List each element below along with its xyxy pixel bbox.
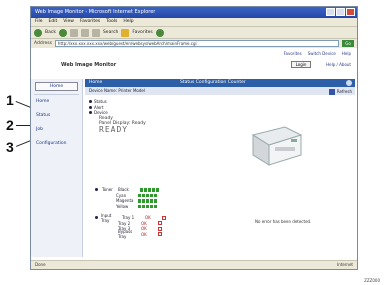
minimize-button[interactable] bbox=[326, 8, 335, 16]
refresh-label: Refresh bbox=[336, 89, 352, 94]
web-page: Favorites Switch Device Help Web Image M… bbox=[31, 49, 357, 259]
home-icon[interactable] bbox=[91, 28, 100, 37]
status-note: No error has been detected. bbox=[255, 219, 312, 224]
toner-bar-cyan bbox=[138, 193, 157, 197]
toner-name-cyan: Cyan bbox=[116, 192, 127, 198]
paper-icon bbox=[162, 215, 166, 220]
toner-label: Toner bbox=[102, 187, 113, 193]
favorites-link[interactable]: Favorites bbox=[284, 51, 302, 56]
refresh-button[interactable]: Refresh bbox=[328, 88, 352, 96]
toner-name-magenta: Magenta bbox=[116, 198, 134, 204]
history-icon[interactable] bbox=[155, 28, 164, 37]
menu-edit[interactable]: Edit bbox=[49, 18, 58, 26]
bullet-icon bbox=[89, 105, 92, 109]
menu-favorites[interactable]: Favorites bbox=[80, 18, 100, 26]
toner-name-yellow: Yellow bbox=[116, 203, 129, 209]
panel-display-text: READY bbox=[99, 124, 129, 134]
header-links: Favorites Switch Device Help bbox=[284, 51, 351, 56]
figure-code: ZZZ000 bbox=[364, 278, 380, 283]
address-label: Address bbox=[34, 41, 52, 46]
device-name: Device Name: Printer Model bbox=[89, 88, 145, 93]
tray-name-2: Tray 2 bbox=[118, 220, 131, 226]
status-text: Done bbox=[35, 262, 46, 267]
bullet-icon bbox=[95, 188, 98, 192]
help-about-link[interactable]: Help / About bbox=[326, 62, 351, 67]
toner-bar-yellow bbox=[138, 204, 157, 208]
main-panel: Home Status Configuration Counter Device… bbox=[85, 79, 355, 257]
search-label[interactable]: Search bbox=[103, 30, 118, 35]
info-icon[interactable] bbox=[346, 80, 352, 86]
tray-name-bypass: Bypass Tray bbox=[118, 229, 133, 240]
main-title: Home bbox=[89, 80, 103, 85]
browser-status-bar: Done Internet bbox=[31, 260, 357, 269]
sidebar: Home Home Status Job Configuration bbox=[31, 79, 83, 257]
status-line-device: Device bbox=[94, 110, 108, 115]
sidebar-item-status[interactable]: Status bbox=[31, 109, 82, 123]
bullet-icon bbox=[89, 111, 92, 115]
refresh-icon[interactable] bbox=[80, 28, 89, 37]
printer-image bbox=[251, 126, 303, 166]
help-link-top[interactable]: Help bbox=[342, 51, 351, 56]
sidebar-item-home[interactable]: Home bbox=[31, 95, 82, 109]
login-button[interactable]: Login bbox=[291, 61, 311, 68]
menu-file[interactable]: File bbox=[35, 18, 43, 26]
browser-window: Web Image Monitor - Microsoft Internet E… bbox=[30, 6, 358, 270]
main-title-bar: Home Status Configuration Counter bbox=[85, 79, 355, 87]
paper-icon bbox=[158, 221, 162, 226]
tray-name-1: Tray 1 bbox=[122, 215, 135, 221]
device-subbar: Device Name: Printer Model Refresh bbox=[85, 87, 355, 95]
sidebar-item-configuration[interactable]: Configuration bbox=[31, 137, 82, 151]
callout-2: 2 bbox=[6, 117, 14, 133]
input-tray-section: Input Tray Tray 1 OK Tray 2 OK Tray 3 OK… bbox=[95, 212, 166, 240]
paper-icon bbox=[158, 226, 162, 231]
browser-toolbar: Back Search Favorites bbox=[31, 26, 357, 38]
home-button[interactable]: Home bbox=[35, 82, 78, 91]
close-button[interactable] bbox=[346, 8, 355, 16]
bullet-icon bbox=[95, 216, 98, 220]
tray-label: Input Tray bbox=[101, 212, 112, 223]
menu-help[interactable]: Help bbox=[123, 18, 133, 26]
tray-status-1: OK bbox=[145, 215, 151, 221]
favorites-label[interactable]: Favorites bbox=[132, 30, 152, 35]
title-bar: Web Image Monitor - Microsoft Internet E… bbox=[31, 7, 357, 18]
security-zone: Internet bbox=[337, 262, 353, 267]
callout-3: 3 bbox=[6, 139, 14, 155]
forward-icon[interactable] bbox=[58, 28, 67, 37]
tray-status-bypass: OK bbox=[141, 231, 147, 237]
status-block: Status Alert Device Ready Panel Display:… bbox=[89, 99, 146, 134]
toner-section: Toner Black Cyan Magenta Yellow bbox=[95, 187, 159, 209]
menu-view[interactable]: View bbox=[63, 18, 74, 26]
go-button[interactable]: Go bbox=[342, 40, 354, 47]
star-icon[interactable] bbox=[121, 28, 130, 37]
toner-bar-black bbox=[140, 188, 159, 192]
brand-title: Web Image Monitor bbox=[61, 62, 117, 68]
callout-1: 1 bbox=[6, 92, 14, 108]
sidebar-item-job[interactable]: Job bbox=[31, 123, 82, 137]
address-bar: Address http://xxx.xxx.xxx.xxx/web/guest… bbox=[31, 38, 357, 48]
toner-name-black: Black bbox=[118, 187, 129, 193]
address-input[interactable]: http://xxx.xxx.xxx.xxx/web/guest/en/webs… bbox=[54, 40, 339, 47]
bullet-icon bbox=[89, 100, 92, 104]
tray-status-3: OK bbox=[141, 226, 147, 232]
back-label[interactable]: Back bbox=[45, 30, 56, 35]
refresh-page-icon bbox=[328, 89, 335, 95]
stop-icon[interactable] bbox=[69, 28, 78, 37]
switch-device-link[interactable]: Switch Device bbox=[308, 51, 336, 56]
back-icon[interactable] bbox=[34, 28, 42, 37]
main-tabs[interactable]: Status Configuration Counter bbox=[180, 79, 246, 87]
menu-bar: File Edit View Favorites Tools Help bbox=[31, 18, 357, 26]
maximize-button[interactable] bbox=[336, 8, 345, 16]
toner-bar-magenta bbox=[138, 199, 157, 203]
window-title: Web Image Monitor - Microsoft Internet E… bbox=[35, 9, 156, 15]
menu-tools[interactable]: Tools bbox=[106, 18, 117, 26]
paper-icon bbox=[158, 232, 162, 237]
tray-status-2: OK bbox=[141, 220, 147, 226]
